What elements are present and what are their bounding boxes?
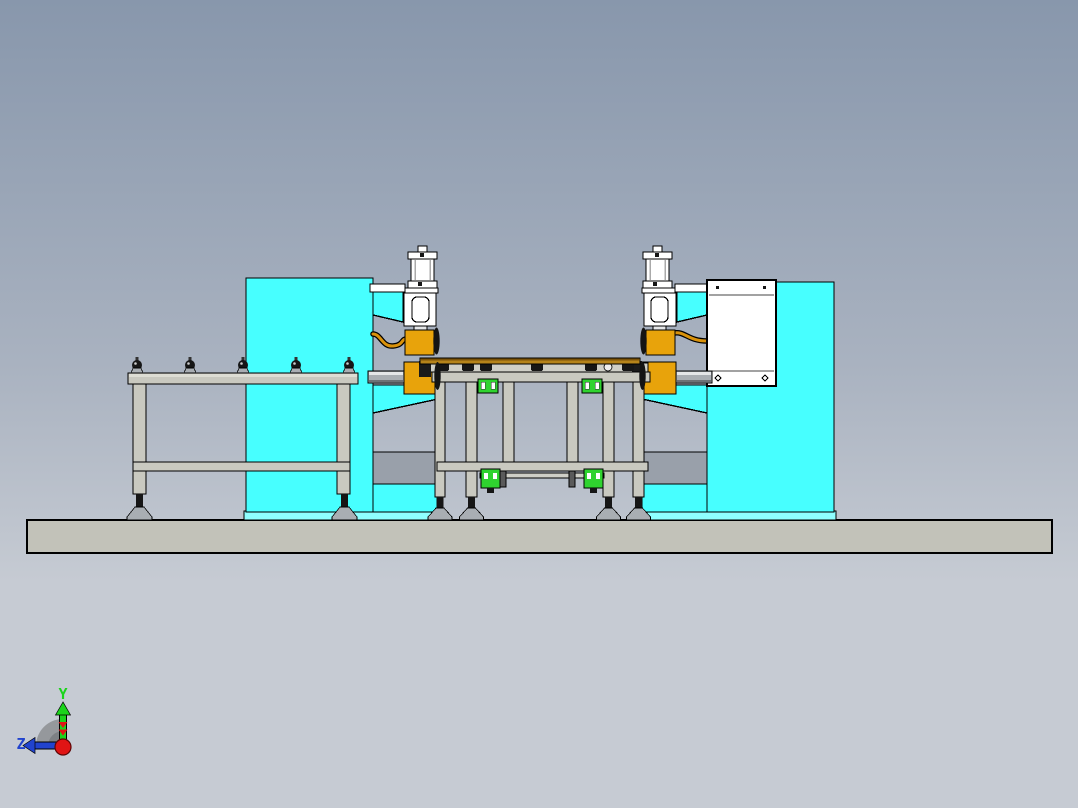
guide-slot (650, 296, 669, 323)
left-base-recess (372, 451, 439, 485)
right-upper-electrode[interactable] (645, 329, 676, 356)
left-upper-arm (372, 291, 404, 323)
z-axis-label: Z (16, 735, 25, 753)
origin-sphere-icon (54, 738, 72, 756)
guide-slot (411, 296, 430, 323)
cylinder-port (420, 253, 424, 257)
table-mid-post (566, 381, 579, 463)
tube-highlight (677, 372, 711, 375)
right-upper-electrode-wheel[interactable] (640, 327, 647, 355)
table-leg (336, 383, 351, 495)
left-base-pedestal (372, 483, 439, 513)
panel-screw-icon (763, 286, 766, 289)
ball-caster (183, 357, 197, 374)
clamp-unit (477, 378, 499, 394)
control-panel[interactable] (706, 279, 777, 387)
cylinder-port (418, 282, 422, 286)
workpiece-strip-edge (421, 358, 639, 361)
clamp-unit (480, 468, 501, 493)
table-cross-beam (132, 461, 351, 472)
clamp-unit (583, 468, 604, 493)
cylinder-top-pin (417, 245, 428, 253)
cad-viewport[interactable]: Y Z (0, 0, 1078, 808)
left-upper-arm-plate (369, 283, 406, 293)
panel-screw-icon (716, 286, 719, 289)
center-fixture-table[interactable] (419, 359, 651, 521)
infeed-rail-highlight (129, 374, 357, 377)
left-welder-body (245, 277, 374, 513)
fixture-lower-beam (436, 461, 649, 472)
table-mid-post (502, 381, 515, 463)
leveling-foot-stem (136, 494, 143, 508)
leveling-foot-pad (459, 507, 484, 521)
right-lower-electrode-wheel[interactable] (639, 362, 646, 390)
cylinder-flange (641, 287, 676, 294)
y-axis-label: Y (58, 685, 67, 703)
hanger-bolt (568, 470, 576, 488)
cylinder-top-pin (652, 245, 663, 253)
electrode-holder-block (404, 329, 435, 356)
y-axis-arrowhead-icon (54, 701, 72, 716)
table-leg (132, 383, 147, 495)
ball-caster (130, 357, 144, 374)
clamp-unit (581, 378, 603, 394)
right-base-pedestal (641, 483, 708, 513)
tube-highlight (369, 372, 403, 375)
table-leg (465, 381, 478, 498)
table-leg (434, 381, 446, 498)
leveling-foot-pad (596, 507, 621, 521)
tube-shadow (677, 380, 711, 382)
left-upper-electrode-wheel[interactable] (433, 327, 440, 355)
fixture-top-beam (431, 371, 651, 383)
orientation-triad[interactable]: Y Z (16, 685, 72, 756)
control-panel-door (706, 279, 777, 387)
cylinder-flange (404, 287, 439, 294)
leveling-foot-stem (341, 494, 348, 508)
workpiece-strip[interactable] (419, 357, 641, 365)
left-lower-electrode-wheel[interactable] (434, 362, 441, 390)
cylinder-port (653, 282, 657, 286)
tube-shadow (369, 380, 403, 382)
leveling-foot-pad (126, 506, 153, 521)
hanger-bolt (499, 470, 507, 488)
right-base-recess (641, 451, 708, 485)
right-upper-arm-plate (674, 283, 711, 293)
table-leg (602, 381, 615, 498)
right-upper-arm (676, 291, 708, 323)
right-cylinder-assembly[interactable] (641, 245, 677, 333)
left-cylinder-assembly[interactable] (403, 245, 439, 333)
cylinder-port (655, 253, 659, 257)
left-upper-electrode[interactable] (404, 329, 435, 356)
table-leg (632, 381, 645, 498)
cylinder-bottom-cap (407, 280, 438, 289)
electrode-holder-block (645, 329, 676, 356)
base-plate[interactable] (26, 519, 1053, 554)
cylinder-bottom-cap (642, 280, 673, 289)
